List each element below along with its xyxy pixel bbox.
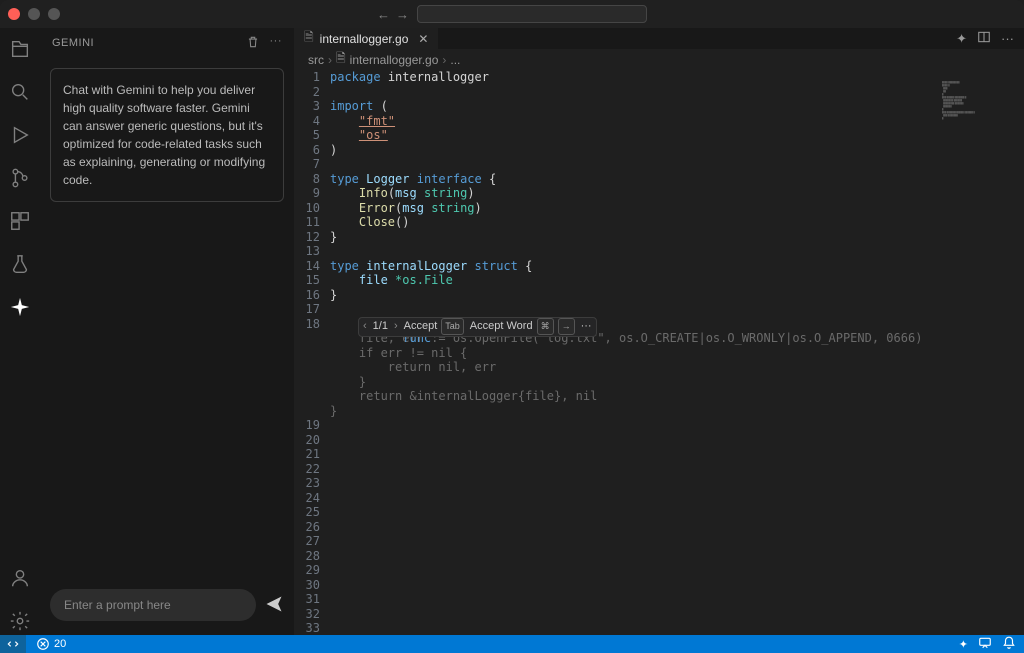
suggestion-more-icon[interactable]: ··· — [581, 319, 592, 334]
code-content[interactable]: package internallogger import ( "fmt" "o… — [330, 70, 1024, 636]
gemini-icon[interactable] — [9, 296, 31, 321]
search-icon[interactable] — [9, 81, 31, 106]
sparkle-icon[interactable]: ✦ — [956, 31, 967, 47]
editor: 🗎 internallogger.go ✕ ✦ ··· src › 🗎 inte… — [294, 28, 1024, 635]
explorer-icon[interactable] — [9, 38, 31, 63]
more-actions-icon[interactable]: ··· — [270, 35, 283, 52]
next-suggestion-icon[interactable]: › — [394, 319, 398, 334]
prev-suggestion-icon[interactable]: ‹ — [363, 319, 367, 334]
problems-indicator[interactable]: 20 — [36, 637, 66, 651]
tab-bar: 🗎 internallogger.go ✕ ✦ ··· — [294, 28, 1024, 49]
breadcrumb[interactable]: src › 🗎 internallogger.go › ... — [294, 49, 1024, 70]
activity-bar — [0, 28, 40, 635]
accept-suggestion-button[interactable]: Accept Tab — [404, 318, 464, 335]
sidebar-title: GEMINI — [52, 37, 94, 49]
file-icon: 🗎 — [304, 28, 314, 49]
tab-close-icon[interactable]: ✕ — [418, 32, 428, 46]
command-center-search[interactable] — [417, 5, 647, 23]
gemini-intro-text: Chat with Gemini to help you deliver hig… — [50, 68, 284, 202]
window-controls — [8, 8, 60, 20]
extensions-icon[interactable] — [9, 210, 31, 235]
accept-word-button[interactable]: Accept Word ⌘ → — [470, 318, 575, 335]
suggestion-counter: 1/1 — [373, 319, 388, 334]
gemini-prompt-input[interactable]: Enter a prompt here — [50, 589, 256, 621]
breadcrumb-more[interactable]: ... — [450, 53, 460, 67]
maximize-window[interactable] — [48, 8, 60, 20]
minimap[interactable]: ████ ████████████ █ ███ ███ ███ █████ ██… — [940, 80, 1020, 180]
tab-filename: internallogger.go — [320, 32, 409, 46]
feedback-icon[interactable] — [978, 636, 992, 653]
breadcrumb-folder[interactable]: src — [308, 53, 324, 67]
testing-icon[interactable] — [9, 253, 31, 278]
file-icon: 🗎 — [336, 49, 346, 70]
inline-suggestion-toolbar: ‹ 1/1 › Accept Tab Accept Word ⌘ → ··· — [358, 317, 597, 337]
run-debug-icon[interactable] — [9, 124, 31, 149]
breadcrumb-file[interactable]: internallogger.go — [350, 53, 439, 67]
tab-internallogger[interactable]: 🗎 internallogger.go ✕ — [294, 28, 439, 49]
split-editor-icon[interactable] — [977, 30, 991, 47]
settings-gear-icon[interactable] — [9, 610, 31, 635]
close-window[interactable] — [8, 8, 20, 20]
delete-chat-icon[interactable] — [246, 35, 260, 52]
nav-forward-icon[interactable]: → — [396, 7, 409, 22]
notifications-icon[interactable] — [1002, 636, 1016, 653]
source-control-icon[interactable] — [9, 167, 31, 192]
nav-back-icon[interactable]: ← — [377, 7, 390, 22]
status-bar: 20 ✦ — [0, 635, 1024, 653]
account-icon[interactable] — [9, 567, 31, 592]
remote-indicator[interactable] — [0, 635, 26, 653]
line-number-gutter: 1234567891011121314151617181920212223242… — [294, 70, 330, 636]
titlebar: ← → — [0, 0, 1024, 28]
send-prompt-icon[interactable] — [264, 594, 284, 617]
sparkle-status-icon[interactable]: ✦ — [959, 638, 968, 651]
minimize-window[interactable] — [28, 8, 40, 20]
editor-more-icon[interactable]: ··· — [1001, 31, 1014, 46]
gemini-sidebar: GEMINI ··· Chat with Gemini to help you … — [40, 28, 294, 635]
code-area[interactable]: 1234567891011121314151617181920212223242… — [294, 70, 1024, 636]
